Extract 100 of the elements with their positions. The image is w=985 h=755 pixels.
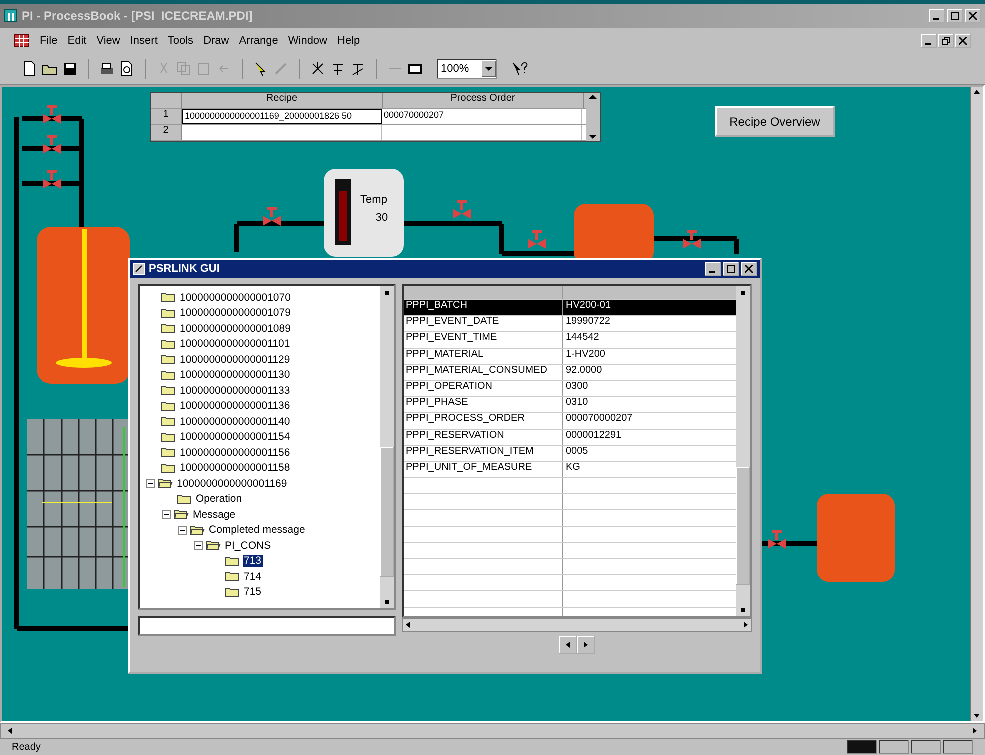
row-header[interactable]: 2 <box>151 125 182 140</box>
tree-item[interactable]: Completed message <box>208 524 306 536</box>
input-field[interactable] <box>138 616 396 636</box>
scrollbar[interactable] <box>970 87 983 721</box>
column-header[interactable]: Process Order <box>383 93 584 108</box>
menu-item[interactable]: File <box>40 35 58 47</box>
menu-item[interactable]: Help <box>338 35 360 47</box>
document-icon[interactable] <box>14 34 30 48</box>
scrollbar[interactable] <box>0 723 985 739</box>
tree-item[interactable]: 1000000000000001136 <box>179 400 292 412</box>
folder-icon <box>161 432 176 443</box>
dialog-title: PSRLINK GUI <box>149 263 220 275</box>
minimize-button[interactable] <box>705 262 721 276</box>
folder-icon <box>161 354 176 366</box>
maximize-button[interactable] <box>947 9 963 23</box>
tank-label: Temp <box>360 194 388 206</box>
status-panel <box>879 740 909 754</box>
collapse-icon[interactable] <box>178 526 187 535</box>
scrollbar[interactable] <box>586 93 600 141</box>
tree-item[interactable]: 1000000000000001158 <box>179 462 292 474</box>
collapse-icon[interactable] <box>146 479 155 488</box>
previous-button[interactable] <box>559 636 577 654</box>
valve-icon <box>263 207 281 226</box>
folder-icon <box>161 385 176 396</box>
tree-item[interactable]: 1000000000000001156 <box>179 446 292 459</box>
save-icon[interactable] <box>62 61 78 77</box>
next-button[interactable] <box>577 636 595 654</box>
close-button[interactable] <box>955 34 971 48</box>
tree-item[interactable]: 1000000000000001154 <box>179 431 292 444</box>
tree-item[interactable]: Operation <box>195 493 244 506</box>
column-header[interactable]: Recipe <box>182 93 383 108</box>
tree-item[interactable]: 1000000000000001130 <box>179 369 292 382</box>
tree-item[interactable]: 1000000000000001140 <box>179 416 292 428</box>
valve-tool-icon[interactable] <box>310 61 326 77</box>
table-row[interactable]: PPPI_MATERIAL 1-HV200 <box>404 348 736 365</box>
close-button[interactable] <box>741 262 757 276</box>
folder-icon <box>161 400 176 412</box>
new-file-icon[interactable] <box>22 61 38 77</box>
menu-item[interactable]: Insert <box>130 35 158 47</box>
folder-icon <box>161 416 176 428</box>
menu-item[interactable]: View <box>96 35 120 47</box>
tree-item[interactable]: 714 <box>243 570 263 583</box>
folder-icon <box>174 509 189 520</box>
tree-item[interactable]: Message <box>192 508 237 521</box>
menu-item[interactable]: Tools <box>168 35 194 47</box>
rectangle-icon[interactable] <box>407 61 423 77</box>
table-row[interactable]: PPPI_RESERVATION 0000012291 <box>404 430 736 446</box>
tree-item[interactable]: 1000000000000001129 <box>179 354 292 366</box>
table-row[interactable]: PPPI_BATCH HV200-01 <box>404 300 736 316</box>
table-row[interactable]: PPPI_MATERIAL_CONSUMED 92.0000 <box>404 364 736 381</box>
table-row[interactable]: PPPI_UNIT_OF_MEASURE KG <box>404 462 736 478</box>
status-indicator-icon <box>847 740 877 754</box>
tree-item[interactable]: 715 <box>243 586 263 598</box>
print-icon[interactable] <box>99 61 115 77</box>
table-row[interactable]: PPPI_PROCESS_ORDER 000070000207 <box>404 413 736 430</box>
collapse-icon[interactable] <box>194 541 203 550</box>
pipe <box>762 542 817 546</box>
folder-icon <box>161 370 176 381</box>
help-pointer-icon[interactable] <box>511 61 529 77</box>
tree-item[interactable]: 1000000000000001101 <box>179 338 292 350</box>
menu-item[interactable]: Draw <box>204 35 230 47</box>
status-panel <box>911 740 941 754</box>
scrollbar[interactable] <box>380 286 394 608</box>
folder-icon <box>206 540 221 552</box>
maximize-button[interactable] <box>723 262 739 276</box>
folder-icon <box>161 462 176 474</box>
menu-item[interactable]: Edit <box>68 35 87 47</box>
tree-item[interactable]: 1000000000000001089 <box>179 322 292 335</box>
tree-item[interactable]: 1000000000000001070 <box>179 292 292 304</box>
scrollbar[interactable] <box>736 286 750 616</box>
menu-item[interactable]: Arrange <box>239 35 278 47</box>
restore-button[interactable] <box>938 34 954 48</box>
tree-item[interactable]: 1000000000000001133 <box>179 384 292 397</box>
table-row[interactable]: PPPI_OPERATION 0300 <box>404 380 736 398</box>
tree-item[interactable]: 713 <box>243 555 263 568</box>
minimize-button[interactable] <box>921 34 937 48</box>
table-row[interactable]: PPPI_EVENT_TIME 144542 <box>404 332 736 349</box>
tree-item[interactable]: 1000000000000001079 <box>179 307 292 320</box>
close-button[interactable] <box>965 9 981 23</box>
menu-item[interactable]: Window <box>288 35 328 47</box>
scrollbar[interactable] <box>402 618 752 632</box>
table-cell[interactable]: 000070000207 <box>382 109 582 124</box>
tree-item[interactable]: PI_CONS <box>224 540 272 552</box>
table-cell[interactable]: 1000000000000001169_20000001826 50 <box>182 109 382 124</box>
pointer-icon[interactable] <box>253 61 269 77</box>
table-row[interactable]: PPPI_PHASE 0310 <box>404 397 736 414</box>
tree-item[interactable]: 1000000000000001169 <box>176 478 288 490</box>
zoom-dropdown[interactable]: 100% <box>437 59 497 79</box>
folder-icon <box>190 524 205 536</box>
status-panel <box>943 740 973 754</box>
collapse-icon[interactable] <box>162 510 171 520</box>
right-arrow-icon <box>582 641 590 649</box>
table-row[interactable]: PPPI_RESERVATION_ITEM 0005 <box>404 446 736 462</box>
recipe-overview-button[interactable]: Recipe Overview <box>715 106 835 137</box>
row-header[interactable]: 1 <box>151 109 182 124</box>
minimize-button[interactable] <box>929 9 945 23</box>
folder-icon <box>158 478 173 490</box>
table-row[interactable]: PPPI_EVENT_DATE 19990722 <box>404 316 736 332</box>
maximize-icon <box>727 265 735 273</box>
print-preview-icon[interactable] <box>119 61 135 77</box>
